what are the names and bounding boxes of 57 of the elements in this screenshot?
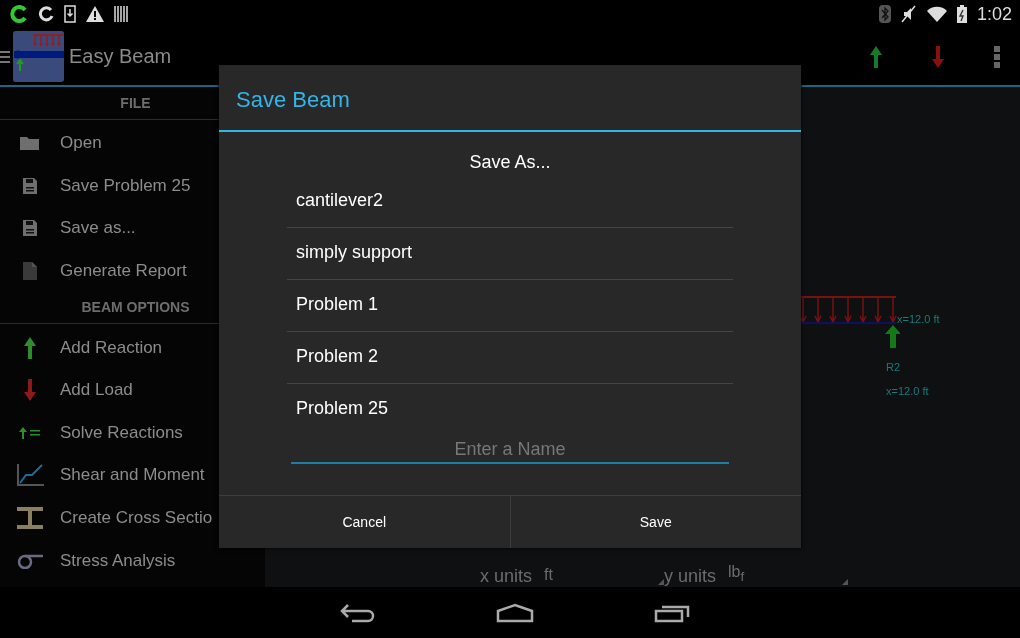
drawer-item[interactable]: Stress Analysis (60, 550, 176, 571)
save-icon (22, 176, 38, 195)
unit-dropdown[interactable]: ft (544, 566, 553, 587)
dropdown-corner-icon (658, 579, 664, 585)
position-label: x=12.0 ft (897, 313, 940, 325)
drawer-item[interactable]: Solve Reactions (60, 422, 183, 443)
units-label: y units (664, 566, 717, 587)
back-icon[interactable] (340, 602, 376, 623)
phone-download-icon (64, 5, 76, 23)
battery-icon (956, 5, 967, 23)
file-list-item[interactable]: Problem 1 (287, 280, 733, 332)
file-list-item[interactable]: simply support (287, 228, 733, 280)
position-label: x=12.0 ft (886, 385, 929, 397)
down-arrow-icon (24, 379, 36, 402)
arrow-equals-icon (19, 426, 41, 439)
drawer-item[interactable]: Shear and Moment (60, 465, 205, 486)
dialog-button[interactable]: Cancel (219, 496, 510, 548)
loading-ring-icon (38, 6, 54, 22)
bluetooth-icon (878, 5, 891, 23)
drawer-item[interactable]: Save Problem 25 (60, 175, 191, 196)
c-logo-icon (10, 5, 28, 23)
file-list-item[interactable]: cantilever2 (287, 176, 733, 228)
name-input-field[interactable]: Enter a Name (291, 436, 729, 464)
document-icon (22, 261, 38, 282)
section-header: FILE (119, 94, 152, 113)
section-header: BEAM OPTIONS (80, 298, 191, 318)
i-beam-icon (17, 507, 43, 530)
drawer-item[interactable]: Generate Report (60, 261, 187, 282)
dropdown-corner-icon (842, 579, 848, 585)
barcode-icon (114, 6, 128, 22)
file-list-item[interactable]: Problem 2 (287, 332, 733, 384)
wifi-icon (926, 6, 947, 22)
dialog-title: Save Beam (219, 65, 801, 132)
drawer-item[interactable]: Create Cross Sectio (60, 508, 213, 529)
save-icon (22, 219, 38, 238)
menu-icon[interactable] (0, 50, 10, 63)
units-label: x units (480, 566, 533, 587)
overflow-menu-icon[interactable] (994, 45, 1000, 68)
folder-icon (19, 135, 41, 152)
up-arrow-icon[interactable] (870, 45, 882, 68)
drawer-item[interactable]: Open (60, 133, 102, 154)
dialog-heading: Save As... (468, 152, 552, 174)
clock-time: 1:02 (976, 3, 1012, 25)
drawer-item[interactable]: Save as... (60, 218, 136, 239)
drawer-item[interactable]: Add Reaction (60, 337, 163, 358)
unit-dropdown[interactable]: lb$_{f}$ (728, 562, 745, 587)
dialog-button[interactable]: Save (509, 496, 801, 548)
up-arrow-icon (24, 336, 36, 359)
app-title: Easy Beam (69, 45, 173, 68)
muted-speaker-icon (900, 5, 917, 23)
home-icon[interactable] (496, 602, 534, 623)
warning-icon (86, 6, 104, 22)
line-chart-icon (16, 464, 44, 487)
file-list-item[interactable]: Problem 25 (287, 384, 733, 436)
reaction-label: R2 (886, 361, 901, 373)
sigma-icon (17, 552, 43, 569)
drawer-item[interactable]: Add Load (60, 380, 133, 401)
